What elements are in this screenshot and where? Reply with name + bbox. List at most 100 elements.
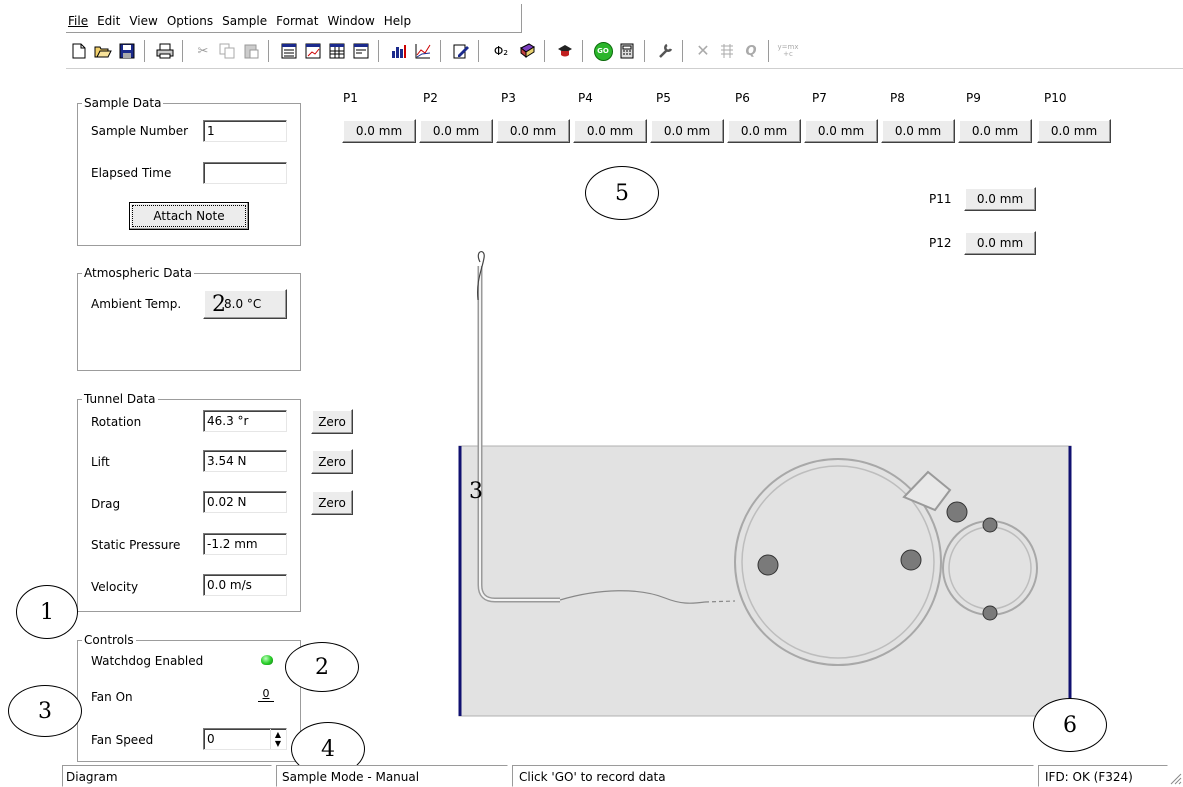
toolbar-separator — [768, 40, 772, 62]
open-icon[interactable] — [92, 40, 114, 62]
rotation-zero-button[interactable]: Zero — [311, 409, 353, 434]
menu-format[interactable]: Format — [276, 14, 318, 28]
sample-number-field[interactable]: 1 — [203, 120, 287, 142]
pressure-value-p3: 0.0 mm — [496, 119, 570, 143]
p12-label: P12 — [929, 236, 952, 250]
menu-edit[interactable]: Edit — [97, 14, 120, 28]
pressure-value-p8: 0.0 mm — [881, 119, 955, 143]
ambient-temp-label: Ambient Temp. — [91, 297, 182, 311]
fan-on-label: Fan On — [91, 690, 133, 704]
menu-window[interactable]: Window — [327, 14, 374, 28]
menu-file[interactable]: File — [68, 14, 88, 28]
rotation-field[interactable]: 46.3 °r — [203, 410, 287, 432]
atmospheric-data-group: Atmospheric Data — [77, 266, 301, 371]
elapsed-time-field[interactable] — [203, 162, 287, 184]
static-pressure-field[interactable]: -1.2 mm — [203, 533, 287, 555]
phi-icon[interactable]: Φ₂ — [488, 40, 514, 62]
attach-note-button[interactable]: Attach Note — [129, 202, 249, 230]
drag-zero-button[interactable]: Zero — [311, 490, 353, 515]
menu-sample[interactable]: Sample — [222, 14, 267, 28]
toolbar-separator — [378, 40, 382, 62]
spinner-down-icon[interactable]: ▼ — [275, 739, 281, 748]
graduation-cap-icon[interactable] — [554, 40, 576, 62]
new-icon[interactable] — [68, 40, 90, 62]
p11-value: 0.0 mm — [964, 187, 1036, 211]
velocity-field[interactable]: 0.0 m/s — [203, 574, 287, 596]
static-pressure-label: Static Pressure — [91, 538, 181, 552]
wrench-icon[interactable] — [654, 40, 676, 62]
pressure-value-p7: 0.0 mm — [804, 119, 878, 143]
fan-speed-label: Fan Speed — [91, 733, 154, 747]
callout-6: 6 — [1033, 698, 1107, 752]
pressure-label-p5: P5 — [656, 91, 671, 105]
pressure-value-p1: 0.0 mm — [342, 119, 416, 143]
status-mode: Sample Mode - Manual — [276, 765, 508, 787]
controls-legend: Controls — [82, 633, 136, 647]
pressure-label-p10: P10 — [1044, 91, 1067, 105]
resize-grip-icon[interactable] — [1170, 773, 1182, 785]
pressure-label-p6: P6 — [735, 91, 750, 105]
watchdog-led-icon — [261, 655, 273, 665]
pressure-value-p2: 0.0 mm — [419, 119, 493, 143]
toolbar-separator — [544, 40, 548, 62]
toolbar-separator — [682, 40, 686, 62]
line-chart-icon[interactable] — [412, 40, 434, 62]
grid-disabled-icon — [716, 40, 738, 62]
spinner-up-icon[interactable]: ▲ — [275, 730, 281, 739]
callout-5: 5 — [585, 166, 659, 220]
lift-field[interactable]: 3.54 N — [203, 450, 287, 472]
pressure-value-p5: 0.0 mm — [650, 119, 724, 143]
menu-help[interactable]: Help — [384, 14, 411, 28]
toolbar-separator — [440, 40, 444, 62]
status-ifd: IFD: OK (F324) — [1038, 765, 1168, 787]
go-label: GO — [593, 41, 613, 61]
rotation-label: Rotation — [91, 415, 142, 429]
sample-number-label: Sample Number — [91, 124, 189, 138]
menu-divider — [66, 32, 521, 33]
pressure-label-p8: P8 — [890, 91, 905, 105]
callout-2: 2 — [285, 642, 359, 692]
print-icon[interactable] — [154, 40, 176, 62]
edit-note-icon[interactable] — [450, 40, 472, 62]
menu-options[interactable]: Options — [167, 14, 213, 28]
diagram-overlay-number: 3 — [469, 479, 483, 504]
pressure-label-p7: P7 — [812, 91, 827, 105]
book-icon[interactable] — [516, 40, 538, 62]
menu-bar: File Edit View Options Sample Format Win… — [68, 10, 420, 32]
bar-chart-icon[interactable] — [388, 40, 410, 62]
paste-icon — [240, 40, 262, 62]
save-icon[interactable] — [116, 40, 138, 62]
cut-icon: ✂ — [197, 43, 209, 59]
sample-data-legend: Sample Data — [82, 96, 164, 110]
toolbar-divider — [66, 68, 1183, 69]
ambient-temp-value: 2 8.0 °C — [203, 289, 287, 319]
tunnel-data-legend: Tunnel Data — [82, 392, 158, 406]
lift-label: Lift — [91, 455, 110, 469]
graph-view-icon[interactable] — [302, 40, 324, 62]
p11-label: P11 — [929, 192, 952, 206]
pressure-value-p9: 0.0 mm — [958, 119, 1032, 143]
data-view-icon[interactable] — [350, 40, 372, 62]
toolbar-separator — [644, 40, 648, 62]
watchdog-label: Watchdog Enabled — [91, 654, 204, 668]
fan-on-checkbox[interactable]: 0 — [258, 688, 274, 702]
p12-value: 0.0 mm — [964, 231, 1036, 255]
callout-1: 1 — [16, 585, 78, 639]
fan-speed-spinner[interactable]: ▲ ▼ — [270, 729, 285, 749]
copy-icon — [216, 40, 238, 62]
toolbar-separator — [582, 40, 586, 62]
lift-zero-button[interactable]: Zero — [311, 449, 353, 474]
toolbar-separator — [268, 40, 272, 62]
toolbar-separator — [182, 40, 186, 62]
drag-field[interactable]: 0.02 N — [203, 491, 287, 513]
table-view-icon[interactable] — [278, 40, 300, 62]
callout-3: 3 — [8, 685, 82, 737]
menu-divider-vertical — [521, 4, 522, 33]
ambient-temp-text: 8.0 °C — [224, 297, 262, 311]
grid-view-icon[interactable] — [326, 40, 348, 62]
pressure-value-p4: 0.0 mm — [573, 119, 647, 143]
go-icon[interactable]: GO — [592, 40, 614, 62]
calculator-icon[interactable] — [616, 40, 638, 62]
q-icon: Q — [745, 43, 757, 59]
menu-view[interactable]: View — [129, 14, 157, 28]
